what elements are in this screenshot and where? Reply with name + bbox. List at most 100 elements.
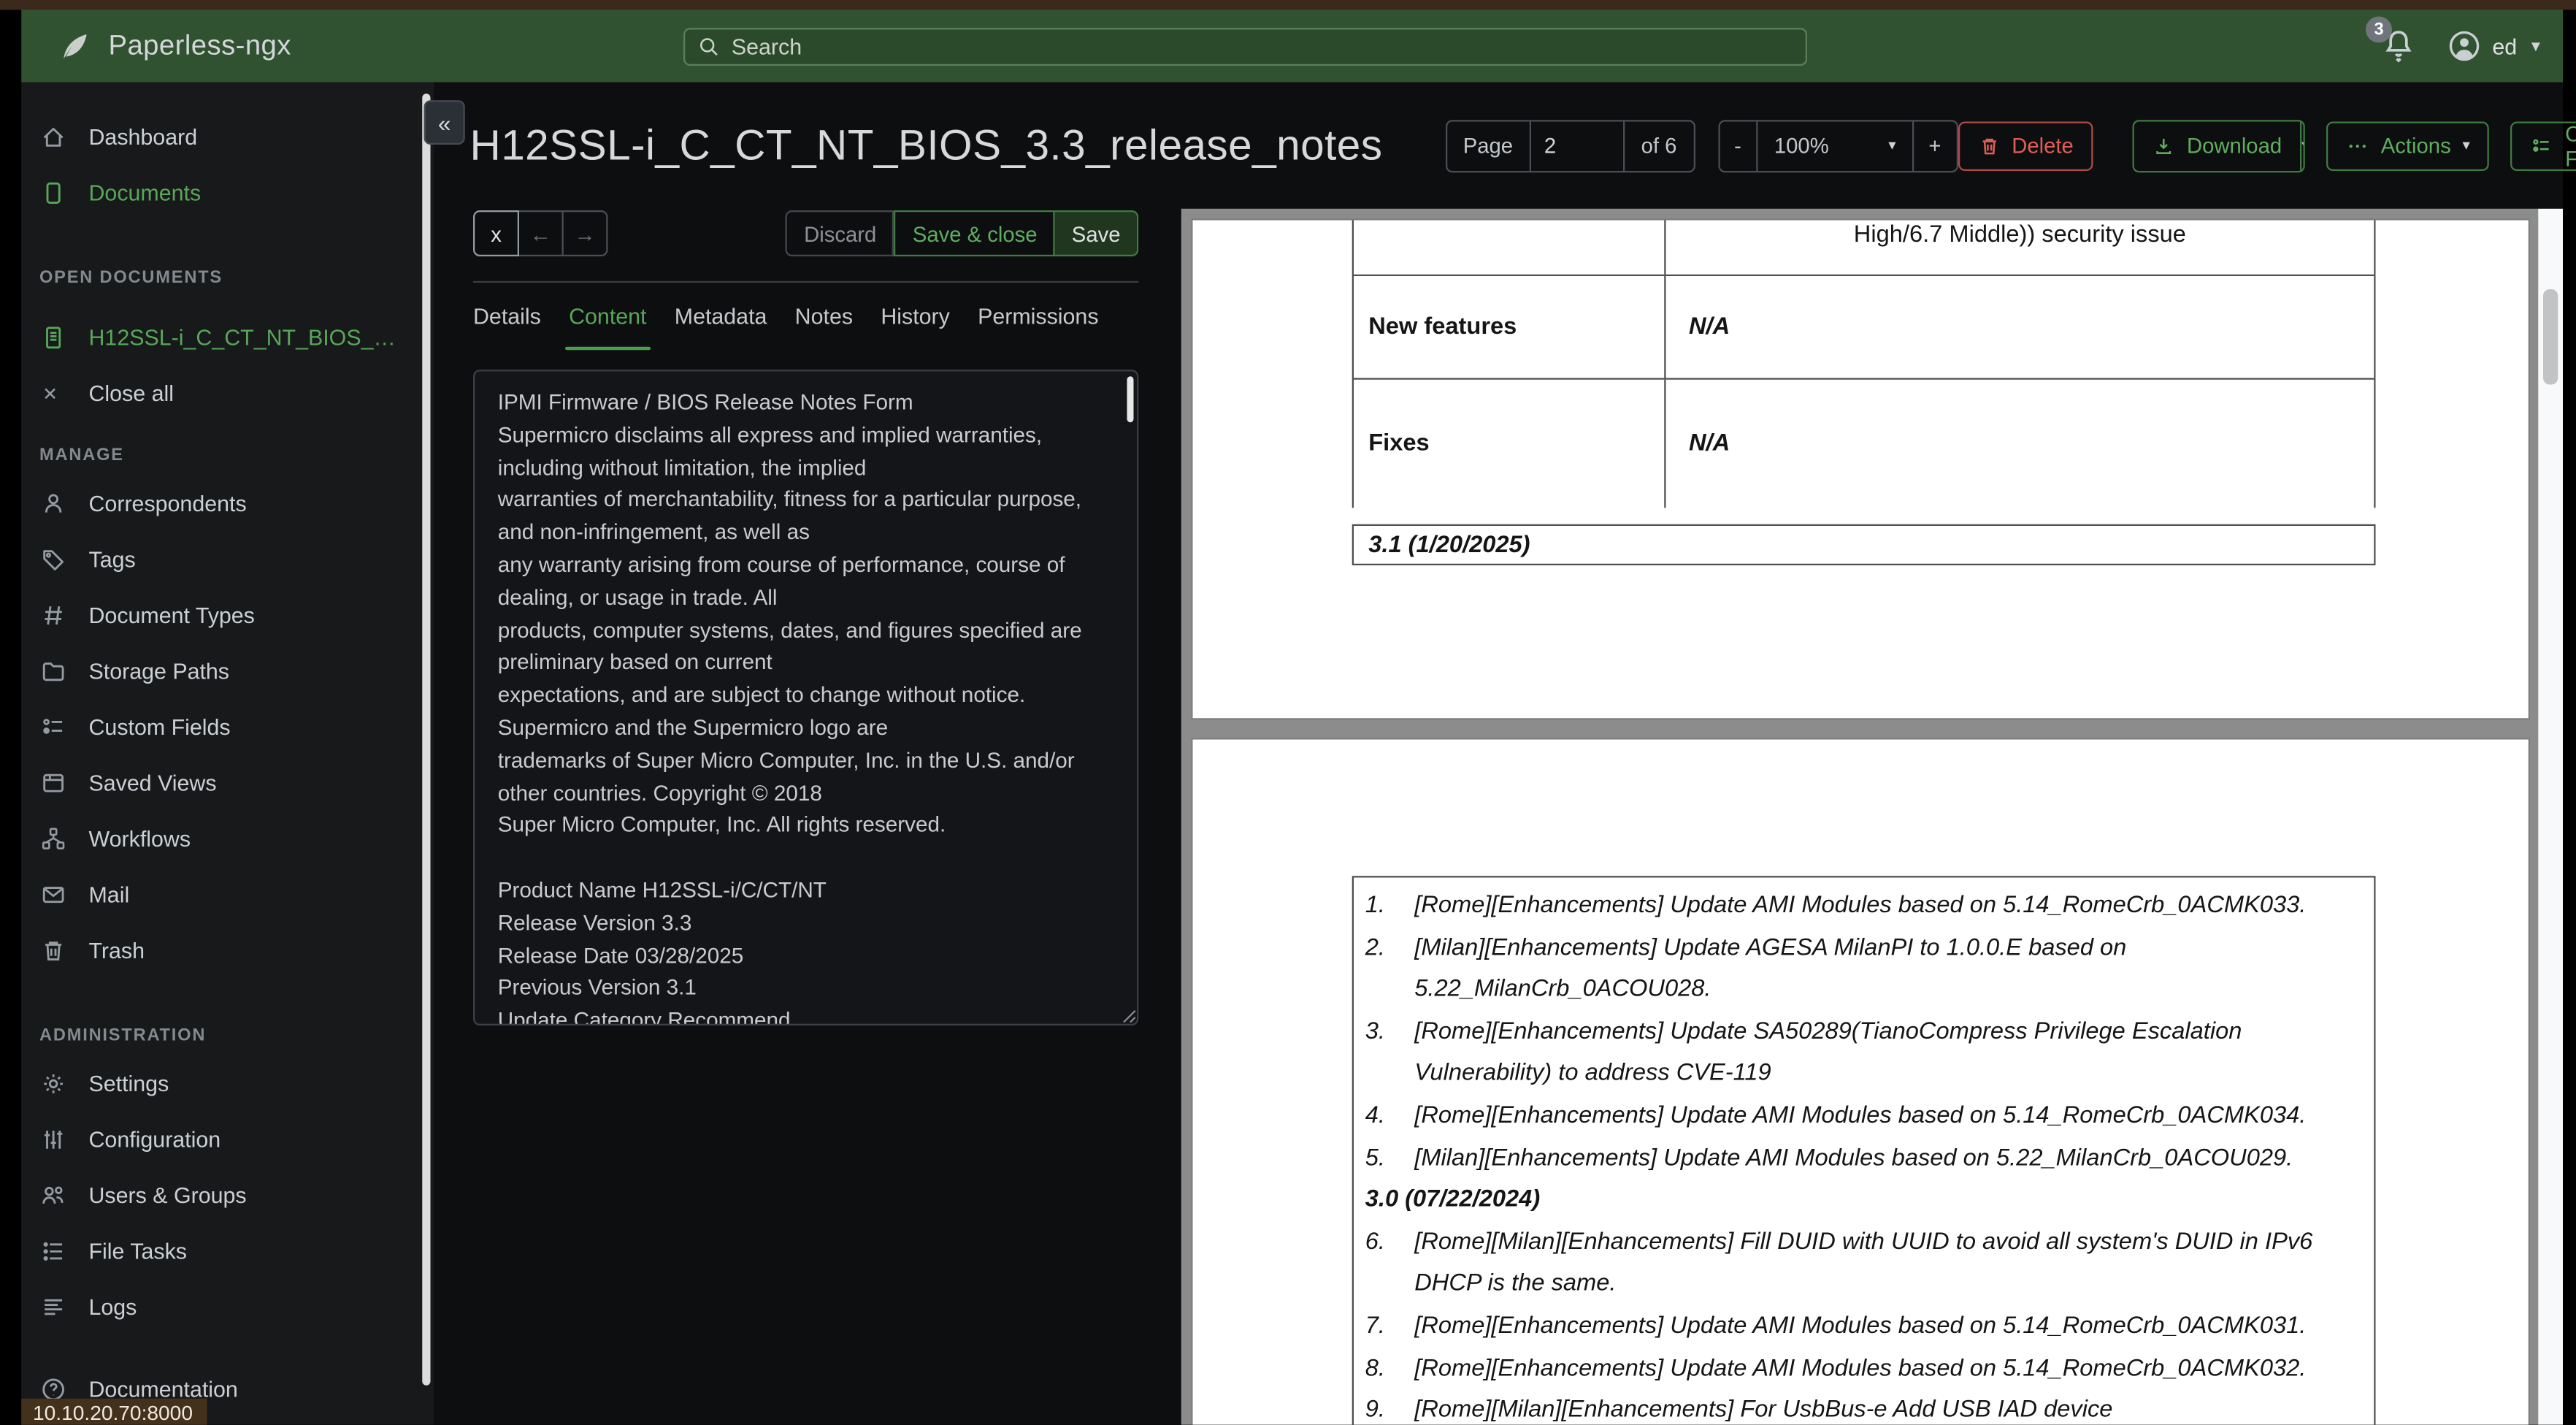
save-group: Discard Save & close Save: [786, 210, 1139, 256]
tab-details[interactable]: Details: [473, 304, 541, 342]
brand[interactable]: Paperless-ngx: [59, 30, 291, 63]
notifications-button[interactable]: 3: [2366, 16, 2420, 68]
save-button[interactable]: Save: [1055, 210, 1139, 256]
sidebar-item-mail[interactable]: Mail: [21, 866, 434, 922]
tab-history[interactable]: History: [881, 304, 950, 342]
sidebar-item-users-groups[interactable]: Users & Groups: [21, 1167, 434, 1223]
app-screen: Paperless-ngx Search 3 ed ▼ Dashboard Do…: [0, 0, 2576, 1425]
close-document-button[interactable]: x: [473, 210, 519, 256]
sidebar-item-document-types[interactable]: Document Types: [21, 587, 434, 643]
sidebar-item-saved-views[interactable]: Saved Views: [21, 754, 434, 811]
divider: [473, 280, 1139, 283]
tag-icon: [39, 545, 67, 573]
page-navigator: Page 2 of 6: [1444, 119, 1695, 172]
download-menu-button[interactable]: ▾: [2299, 121, 2304, 170]
sidebar-close-all[interactable]: Close all: [21, 365, 434, 421]
task-list-icon: [39, 1237, 67, 1264]
paperless-feather-logo-icon: [59, 30, 92, 63]
app-body: Dashboard Documents OPEN DOCUMENTS H12SS…: [21, 82, 2576, 1425]
browser-chrome-strip: [0, 0, 2576, 10]
zoom-level-select[interactable]: 100% ▾: [1756, 121, 1914, 170]
sidebar-item-trash[interactable]: Trash: [21, 922, 434, 978]
version-row: 3.1 (1/20/2025): [1352, 524, 2376, 565]
row-label: New features: [1354, 276, 1666, 378]
pdf-page-1: High/6.7 Middle)) security issue New fea…: [1192, 220, 2529, 719]
top-navbar: Paperless-ngx Search 3 ed ▼: [21, 9, 2563, 83]
table-row: Fixes N/A: [1354, 379, 2374, 508]
hash-icon: [39, 600, 67, 628]
sidebar-collapse-button[interactable]: «: [423, 100, 465, 145]
sidebar-item-logs[interactable]: Logs: [21, 1279, 434, 1335]
discard-button[interactable]: Discard: [786, 210, 895, 256]
tab-notes[interactable]: Notes: [795, 304, 853, 342]
doc-nav-group: x ← →: [473, 210, 608, 256]
sidebar-item-custom-fields[interactable]: Custom Fields: [21, 698, 434, 754]
sidebar-item-storage-paths[interactable]: Storage Paths: [21, 643, 434, 699]
ellipsis-icon: [2347, 134, 2370, 157]
row-label: Fixes: [1354, 379, 1666, 508]
list-item: 7. [Rome][Enhancements] Update AMI Modul…: [1365, 1313, 2307, 1340]
actions-dropdown-button[interactable]: Actions ▾: [2326, 121, 2490, 170]
person-icon: [39, 489, 67, 516]
page-title: H12SSL-i_C_CT_NT_BIOS_3.3_release_notes: [469, 120, 1383, 169]
sliders-icon: [39, 1125, 67, 1153]
user-menu[interactable]: ed ▼: [2448, 30, 2543, 63]
pdf-page-2: 1. [Rome][Enhancements] Update AMI Modul…: [1192, 739, 2529, 1425]
sidebar-scrollbar[interactable]: [422, 93, 431, 1386]
custom-fields-button[interactable]: Custom Fields ▾: [2510, 121, 2576, 170]
pdf-scrollbar-thumb[interactable]: [2543, 289, 2558, 385]
list-item: 4. [Rome][Enhancements] Update AMI Modul…: [1365, 1102, 2307, 1129]
mail-icon: [39, 880, 67, 908]
save-and-close-button[interactable]: Save & close: [894, 210, 1056, 256]
folder-icon: [39, 657, 67, 684]
previous-document-button[interactable]: ←: [519, 210, 564, 256]
tab-permissions[interactable]: Permissions: [978, 304, 1098, 342]
sidebar-item-workflows[interactable]: Workflows: [21, 810, 434, 866]
textarea-scrollbar[interactable]: [1127, 376, 1134, 423]
chevron-down-icon: ▾: [1888, 136, 1896, 153]
content-textarea[interactable]: IPMI Firmware / BIOS Release Notes Form …: [473, 370, 1139, 1025]
security-issue-text: High/6.7 Middle)) security issue: [1853, 221, 2186, 248]
users-group-icon: [39, 1181, 67, 1209]
sidebar-item-correspondents[interactable]: Correspondents: [21, 475, 434, 531]
download-button[interactable]: Download: [2134, 121, 2300, 170]
sidebar-item-tags[interactable]: Tags: [21, 531, 434, 587]
zoom-controls: - 100% ▾ +: [1717, 119, 1958, 172]
release-notes-table: High/6.7 Middle)) security issue New fea…: [1352, 220, 2376, 508]
sidebar-item-configuration[interactable]: Configuration: [21, 1111, 434, 1167]
resize-handle-icon[interactable]: [1122, 1009, 1137, 1024]
download-icon: [2153, 134, 2176, 157]
list-item: 2. [Milan][Enhancements] Update AGESA Mi…: [1365, 934, 2127, 1003]
zoom-out-button[interactable]: -: [1720, 121, 1756, 170]
pdf-pages: High/6.7 Middle)) security issue New fea…: [1192, 220, 2529, 1425]
close-icon: [39, 382, 67, 403]
pdf-scrollbar[interactable]: [2538, 208, 2563, 1425]
sidebar-open-document[interactable]: H12SSL-i_C_CT_NT_BIOS_3.3_rel...: [21, 309, 434, 365]
home-icon: [39, 123, 67, 150]
logs-icon: [39, 1293, 67, 1321]
trash-icon: [1977, 134, 2001, 157]
page-number-input[interactable]: 2: [1529, 121, 1625, 170]
section-header-open-documents: OPEN DOCUMENTS: [39, 267, 223, 288]
custom-fields-icon: [2531, 134, 2554, 157]
chevron-down-icon: ▾: [2462, 136, 2470, 153]
tab-metadata[interactable]: Metadata: [675, 304, 767, 342]
sidebar-item-dashboard[interactable]: Dashboard: [21, 109, 434, 165]
list-item: 1. [Rome][Enhancements] Update AMI Modul…: [1365, 892, 2307, 919]
document-text-icon: [39, 323, 67, 351]
link-status-tooltip: 10.10.20.70:8000: [21, 1398, 208, 1425]
content-textarea-wrap: IPMI Firmware / BIOS Release Notes Form …: [473, 370, 1139, 1025]
download-split-button: Download ▾: [2132, 119, 2306, 172]
sidebar-item-documents[interactable]: Documents: [21, 164, 434, 221]
document-header: H12SSL-i_C_CT_NT_BIOS_3.3_release_notes …: [434, 83, 2576, 209]
table-row: New features N/A: [1354, 276, 2374, 380]
saved-views-icon: [39, 768, 67, 796]
global-search-input[interactable]: Search: [683, 27, 1808, 65]
tab-content[interactable]: Content: [565, 304, 651, 351]
zoom-in-button[interactable]: +: [1914, 121, 1956, 170]
delete-button[interactable]: Delete: [1957, 121, 2093, 170]
list-item: 9. [Rome][Milan][Enhancements] For UsbBu…: [1365, 1397, 2113, 1424]
sidebar-item-settings[interactable]: Settings: [21, 1055, 434, 1112]
next-document-button[interactable]: →: [563, 210, 608, 256]
sidebar-item-file-tasks[interactable]: File Tasks: [21, 1223, 434, 1279]
